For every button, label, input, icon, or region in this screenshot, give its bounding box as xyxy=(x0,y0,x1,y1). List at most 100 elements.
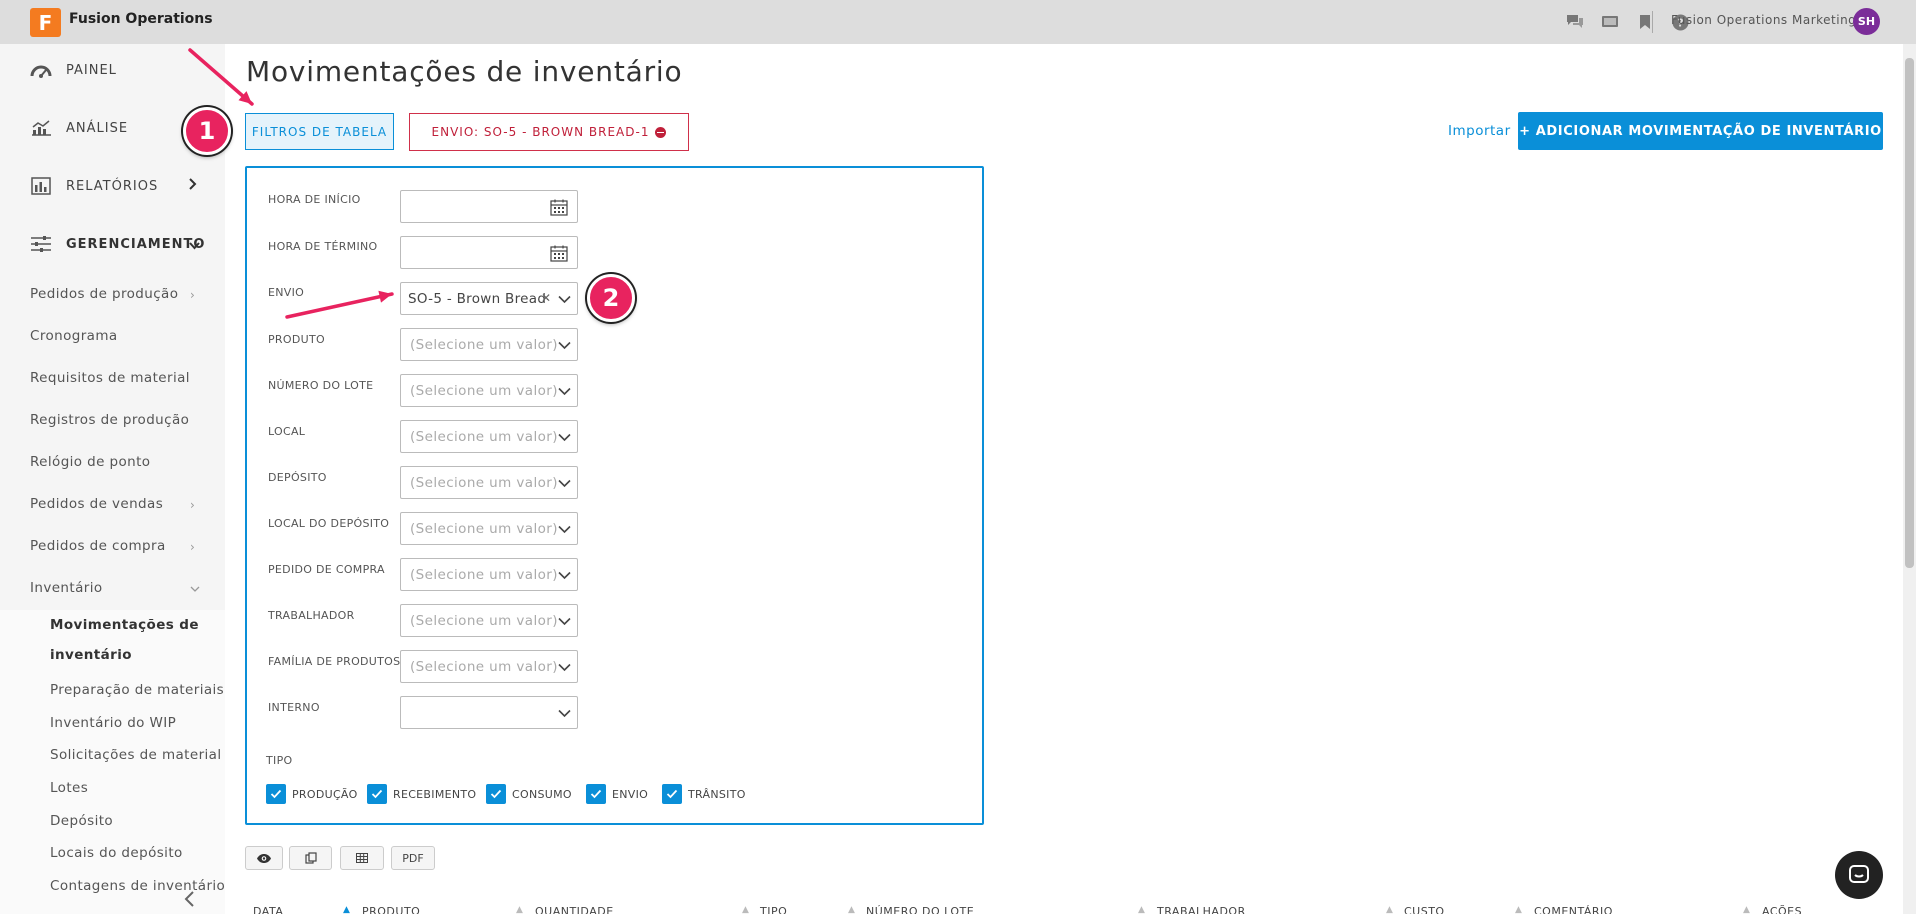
add-inventory-movement-button[interactable]: + ADICIONAR MOVIMENTAÇÃO DE INVENTÁRIO xyxy=(1518,112,1883,150)
type-checkbox[interactable]: TRÂNSITO xyxy=(662,784,746,804)
chevron-down-icon[interactable] xyxy=(190,582,200,596)
collapse-sidebar-icon[interactable] xyxy=(183,889,195,913)
sidebar-item-lotes[interactable]: Lotes xyxy=(50,780,88,796)
select-input[interactable]: (Selecione um valor) xyxy=(400,558,578,591)
sidebar-item-pedidos-producao[interactable]: Pedidos de produção xyxy=(30,286,178,302)
sort-icon[interactable]: ▲ xyxy=(1743,905,1750,914)
remove-filter-icon[interactable] xyxy=(655,126,667,138)
check-icon[interactable] xyxy=(662,784,682,804)
sidebar-item-registros-producao[interactable]: Registros de produção xyxy=(30,412,189,428)
sidebar-item-contagens-inventario[interactable]: Contagens de inventário xyxy=(50,878,225,894)
filter-label: PEDIDO DE COMPRA xyxy=(268,563,385,576)
type-checkbox[interactable]: ENVIO xyxy=(586,784,648,804)
sidebar-item-pedidos-compra[interactable]: Pedidos de compra xyxy=(30,538,166,554)
column-header[interactable]: TIPO xyxy=(760,905,787,914)
sidebar-item-cronograma[interactable]: Cronograma xyxy=(30,328,118,344)
sidebar-item-preparacao-materiais[interactable]: Preparação de materiais xyxy=(50,682,224,698)
app-name[interactable]: Fusion Operations xyxy=(69,11,213,27)
column-header[interactable]: PRODUTO xyxy=(362,905,420,914)
copy-button[interactable] xyxy=(289,846,332,870)
sidebar-item-gerenciamento[interactable]: GERENCIAMENTO xyxy=(30,233,205,255)
sort-icon[interactable]: ▲ xyxy=(516,905,523,914)
select-input[interactable]: (Selecione um valor) xyxy=(400,512,578,545)
chevron-down-icon[interactable] xyxy=(558,385,571,400)
sort-icon[interactable]: ▲ xyxy=(1138,905,1145,914)
type-checkbox[interactable]: RECEBIMENTO xyxy=(367,784,476,804)
sidebar-item-inventario-wip[interactable]: Inventário do WIP xyxy=(50,715,176,731)
chevron-down-icon[interactable] xyxy=(188,236,201,255)
chevron-down-icon[interactable] xyxy=(558,477,571,492)
user-avatar[interactable]: SH xyxy=(1853,8,1880,35)
chat-launcher-button[interactable] xyxy=(1835,851,1883,899)
sort-icon[interactable]: ▲ xyxy=(343,905,350,914)
check-icon[interactable] xyxy=(486,784,506,804)
column-header[interactable]: TRABALHADOR xyxy=(1157,905,1246,914)
sort-icon[interactable]: ▲ xyxy=(848,905,855,914)
export-pdf-button[interactable]: PDF xyxy=(391,846,435,870)
chat-icon[interactable] xyxy=(1565,12,1585,32)
column-header[interactable]: QUANTIDADE xyxy=(535,905,614,914)
column-header[interactable]: COMENTÁRIO xyxy=(1534,905,1613,914)
clear-icon[interactable]: ✕ xyxy=(541,291,551,305)
fusion-logo[interactable]: F xyxy=(30,8,61,37)
sort-icon[interactable]: ▲ xyxy=(742,905,749,914)
date-input[interactable] xyxy=(400,236,578,269)
column-header[interactable]: CUSTO xyxy=(1404,905,1445,914)
select-input[interactable]: (Selecione um valor) xyxy=(400,650,578,683)
sidebar-item-pedidos-vendas[interactable]: Pedidos de vendas xyxy=(30,496,163,512)
sidebar-item-deposito[interactable]: Depósito xyxy=(50,813,113,829)
chevron-down-icon[interactable] xyxy=(558,293,571,308)
chevron-right-icon[interactable]: › xyxy=(190,540,195,554)
select-input[interactable]: (Selecione um valor) xyxy=(400,420,578,453)
sidebar-item-analise[interactable]: ANÁLISE xyxy=(30,117,128,139)
check-icon[interactable] xyxy=(367,784,387,804)
sidebar-item-movimentacoes-inventario[interactable]: Movimentações de inventário xyxy=(50,617,199,663)
calendar-icon[interactable] xyxy=(550,245,568,266)
toggle-columns-button[interactable] xyxy=(245,846,283,870)
type-checkbox[interactable]: PRODUÇÃO xyxy=(266,784,358,804)
date-input[interactable] xyxy=(400,190,578,223)
sidebar-item-solicitacoes-material[interactable]: Solicitações de material xyxy=(50,747,222,763)
select-input[interactable]: SO-5 - Brown Bread-1 ✕ xyxy=(400,282,578,315)
presentation-icon[interactable] xyxy=(1600,12,1620,32)
filter-label: HORA DE INÍCIO xyxy=(268,193,361,206)
sidebar-item-inventario[interactable]: Inventário xyxy=(30,580,103,596)
select-input[interactable]: (Selecione um valor) xyxy=(400,374,578,407)
select-input[interactable]: (Selecione um valor) xyxy=(400,328,578,361)
sidebar-item-requisitos-material[interactable]: Requisitos de material xyxy=(30,370,190,386)
column-header[interactable]: NÚMERO DO LOTE xyxy=(866,905,974,914)
chevron-down-icon[interactable] xyxy=(558,661,571,676)
select-input[interactable] xyxy=(400,696,578,729)
chevron-down-icon[interactable] xyxy=(558,339,571,354)
import-link[interactable]: Importar xyxy=(1448,123,1511,139)
column-header[interactable]: AÇÕES xyxy=(1762,905,1802,914)
sort-icon[interactable]: ▲ xyxy=(1515,905,1522,914)
column-header[interactable]: DATA xyxy=(253,905,283,914)
check-icon[interactable] xyxy=(266,784,286,804)
active-filter-chip[interactable]: ENVIO: SO-5 - BROWN BREAD-1 xyxy=(409,113,689,151)
sort-icon[interactable]: ▲ xyxy=(1386,905,1393,914)
chevron-right-icon[interactable]: › xyxy=(190,288,195,302)
sidebar-item-locais-deposito[interactable]: Locais do depósito xyxy=(50,845,183,861)
calendar-icon[interactable] xyxy=(550,199,568,220)
scrollbar-thumb[interactable] xyxy=(1905,58,1914,568)
chevron-down-icon[interactable] xyxy=(558,431,571,446)
copy-icon xyxy=(304,852,317,864)
chevron-down-icon[interactable] xyxy=(558,707,571,722)
type-checkbox[interactable]: CONSUMO xyxy=(486,784,572,804)
chevron-down-icon[interactable] xyxy=(558,615,571,630)
select-input[interactable]: (Selecione um valor) xyxy=(400,466,578,499)
select-input[interactable]: (Selecione um valor) xyxy=(400,604,578,637)
check-icon[interactable] xyxy=(586,784,606,804)
chevron-down-icon[interactable] xyxy=(558,569,571,584)
org-name[interactable]: Fusion Operations Marketing xyxy=(1671,13,1856,27)
chevron-right-icon[interactable] xyxy=(188,176,198,195)
sidebar-item-relatorios[interactable]: RELATÓRIOS xyxy=(30,175,158,197)
chevron-right-icon[interactable]: › xyxy=(190,498,195,512)
table-filters-button[interactable]: FILTROS DE TABELA xyxy=(245,113,394,150)
chevron-down-icon[interactable] xyxy=(558,523,571,538)
sidebar-item-relogio-ponto[interactable]: Relógio de ponto xyxy=(30,454,150,470)
export-table-button[interactable] xyxy=(340,846,384,870)
sidebar-item-painel[interactable]: PAINEL xyxy=(30,59,117,81)
select-placeholder: (Selecione um valor) xyxy=(410,659,558,675)
